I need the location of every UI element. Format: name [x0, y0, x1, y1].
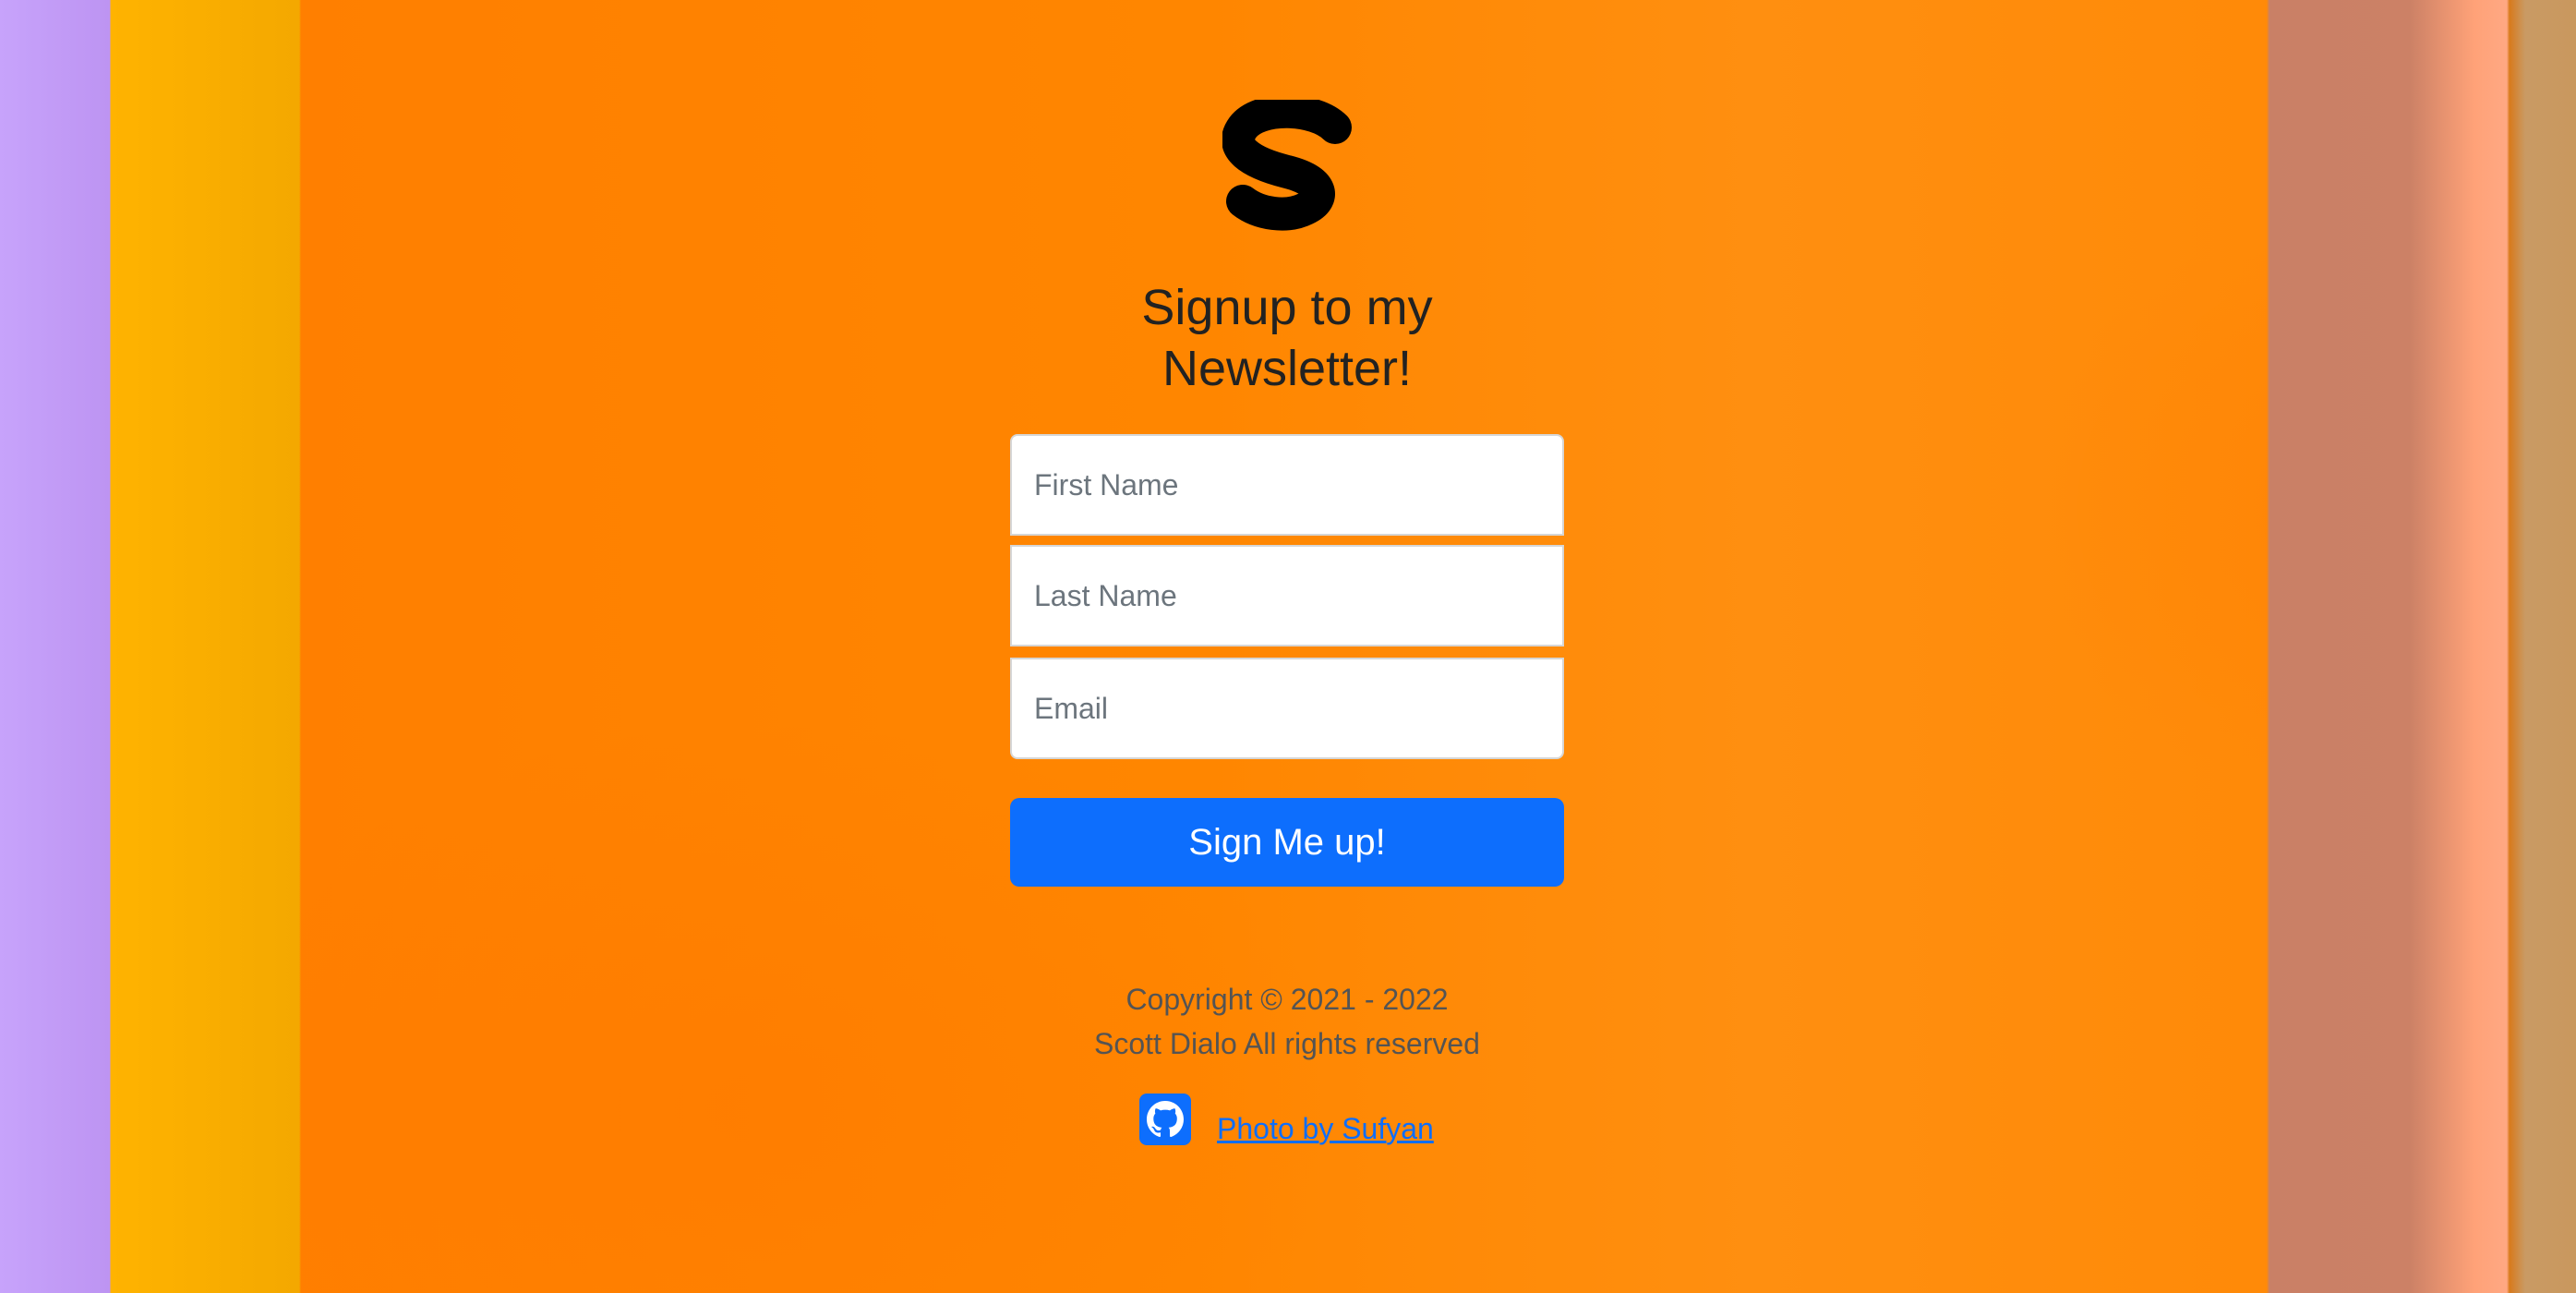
rights-text: Scott Dialo All rights reserved	[1094, 1027, 1480, 1060]
footer: Copyright © 2021 - 2022 Scott Dialo All …	[1010, 977, 1564, 1066]
page-title: Signup to my Newsletter!	[1010, 277, 1564, 399]
copyright-text: Copyright © 2021 - 2022	[1125, 983, 1449, 1016]
photo-credit: Photo by Sufyan	[1139, 1094, 1434, 1151]
email-field[interactable]	[1010, 658, 1564, 759]
signup-container: Signup to my Newsletter! Sign Me up! Cop…	[1010, 0, 1564, 1293]
s-logo-icon	[1222, 94, 1357, 238]
github-icon[interactable]	[1139, 1094, 1191, 1145]
photo-credit-link[interactable]: Photo by Sufyan	[1217, 1112, 1434, 1146]
last-name-field[interactable]	[1010, 545, 1564, 646]
title-line-2: Newsletter!	[1162, 341, 1413, 396]
first-name-field[interactable]	[1010, 434, 1564, 536]
sign-up-button[interactable]: Sign Me up!	[1010, 798, 1564, 887]
title-line-1: Signup to my	[1141, 280, 1433, 335]
